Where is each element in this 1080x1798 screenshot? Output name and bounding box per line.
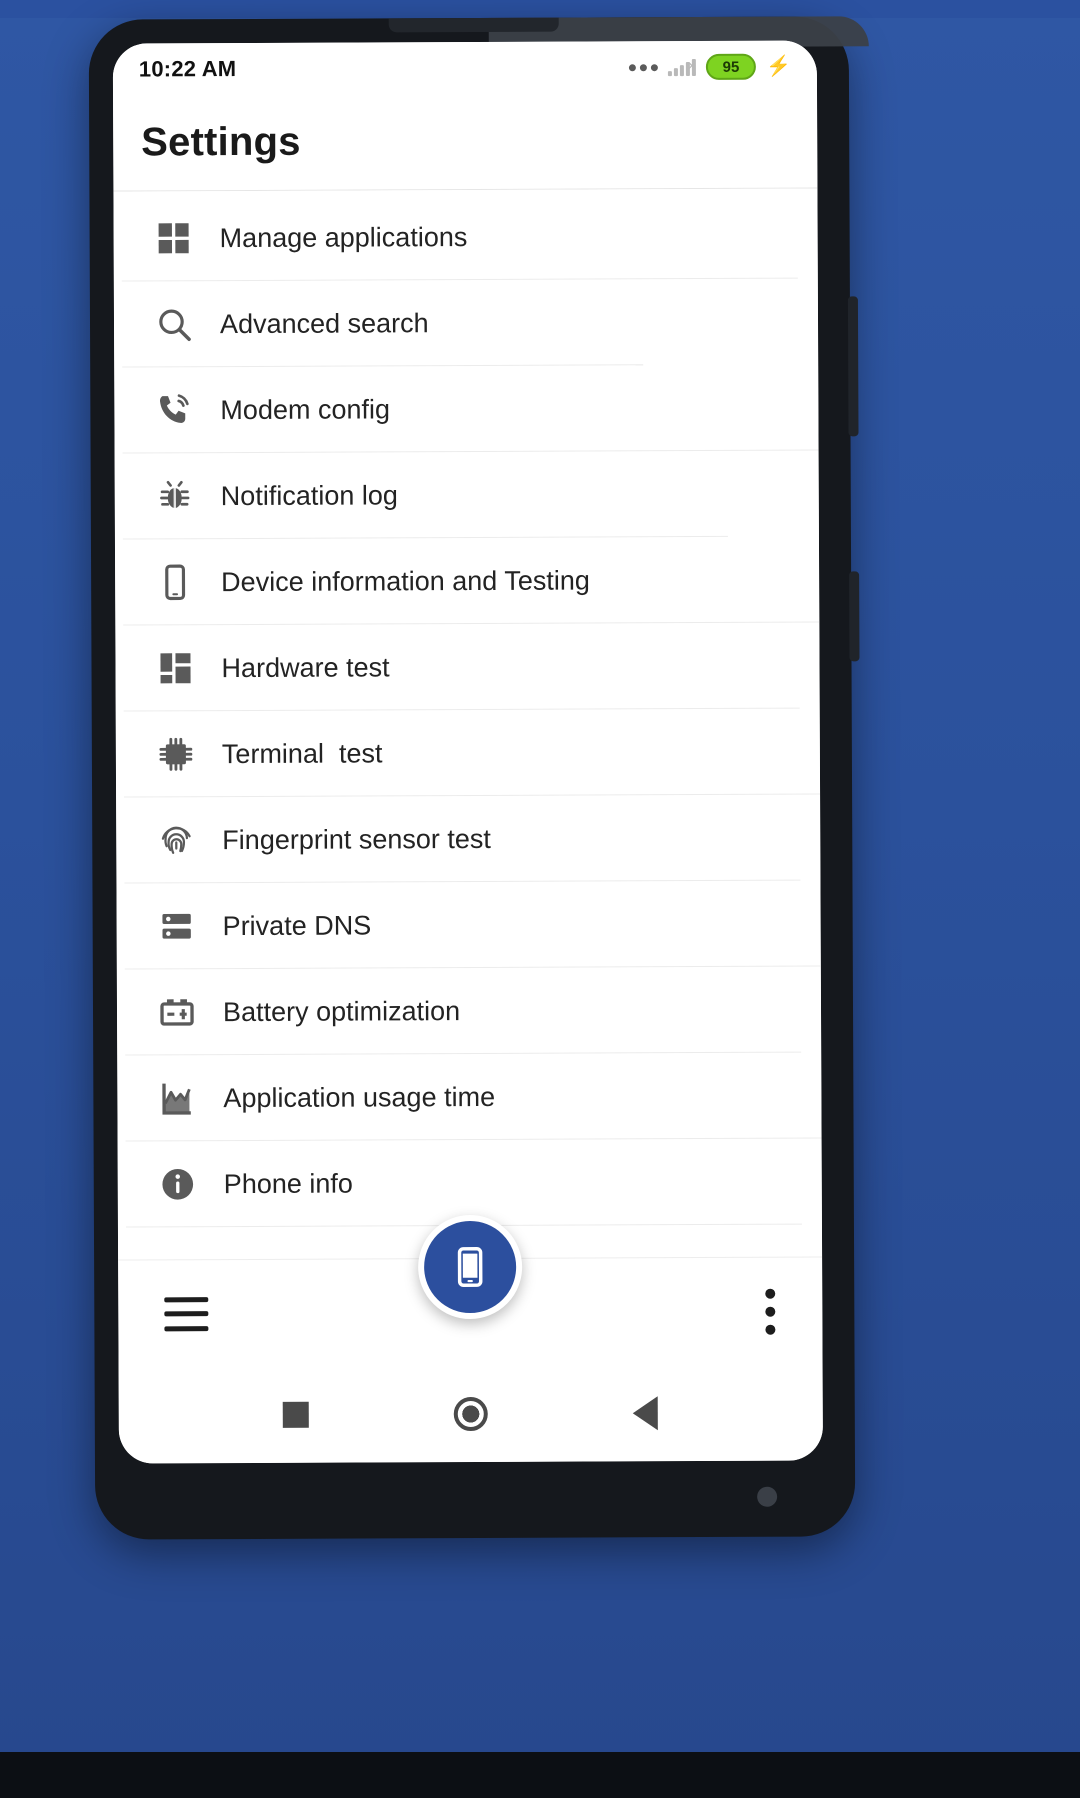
- dashboard-layout-icon: [160, 653, 191, 684]
- info-circle-icon: [162, 1168, 194, 1200]
- battery-percent-label: 95: [722, 58, 740, 76]
- settings-list-item[interactable]: Terminal test: [116, 708, 823, 798]
- signal-bars-no-service-icon: ✕: [668, 58, 697, 77]
- cpu-chip-icon: [159, 737, 193, 771]
- apps-grid-icon: [158, 223, 189, 254]
- lightning-bolt-icon: ⚡: [765, 55, 791, 78]
- kebab-menu-icon[interactable]: [764, 1288, 776, 1335]
- device-notch: [388, 17, 559, 33]
- status-bar-clock: 10:22 AM: [138, 56, 237, 82]
- device-volume-button[interactable]: [847, 296, 859, 437]
- battery-badge: 95: [705, 53, 757, 80]
- cpu-chip-icon: [154, 732, 198, 776]
- search-icon: [152, 302, 196, 346]
- triangle-back-icon[interactable]: [610, 1383, 680, 1443]
- settings-list-item-label: Fingerprint sensor test: [222, 823, 491, 855]
- app-bar: Settings: [113, 92, 818, 192]
- square-recents-icon[interactable]: [261, 1385, 331, 1445]
- settings-list-item[interactable]: Advanced search: [114, 278, 818, 368]
- settings-list: Manage applications Advanced search Modem …: [113, 188, 823, 1260]
- settings-list-item-label: Hardware test: [221, 651, 390, 683]
- device-camera-dot: [757, 1486, 778, 1507]
- settings-list-item[interactable]: Modem config: [114, 364, 823, 454]
- device-fab-button[interactable]: [417, 1214, 523, 1320]
- status-bar: 10:22 AM ✕ 95 ⚡: [112, 40, 818, 96]
- line-chart-icon: [155, 1076, 199, 1120]
- status-bar-icons: ✕ 95 ⚡: [628, 53, 791, 81]
- settings-list-item[interactable]: Hardware test: [115, 622, 819, 712]
- settings-list-item-label: Advanced search: [219, 307, 429, 339]
- server-rack-icon: [162, 913, 191, 939]
- bug-icon: [153, 474, 197, 518]
- bottom-app-bar: [118, 1214, 823, 1368]
- fingerprint-icon: [161, 826, 191, 854]
- settings-list-item-label: Terminal test: [221, 737, 383, 769]
- circle-home-icon[interactable]: [436, 1384, 506, 1444]
- bug-icon: [160, 480, 190, 508]
- settings-list-item-label: Notification log: [220, 479, 398, 511]
- settings-list-item-label: Manage applications: [219, 221, 468, 253]
- settings-list-item-label: Phone info: [223, 1168, 353, 1199]
- page-title: Settings: [141, 119, 301, 165]
- settings-list-item[interactable]: Battery optimization: [117, 966, 821, 1056]
- smartphone-icon: [457, 1247, 483, 1287]
- dashboard-layout-icon: [153, 646, 197, 690]
- settings-list-item-label: Private DNS: [222, 909, 372, 941]
- phone-device-frame: 10:22 AM ✕ 95 ⚡ Settings Manage applicat…: [88, 16, 869, 1540]
- info-circle-icon: [156, 1162, 200, 1206]
- search-icon: [159, 309, 191, 341]
- android-navigation-bar: [118, 1364, 823, 1464]
- smartphone-icon: [165, 564, 186, 601]
- settings-list-item-label: Battery optimization: [222, 995, 461, 1027]
- settings-list-item-label: Device information and Testing: [221, 564, 590, 597]
- server-rack-icon: [155, 904, 199, 948]
- settings-list-item[interactable]: Manage applications: [113, 192, 817, 282]
- line-chart-icon: [162, 1083, 191, 1115]
- settings-list-item[interactable]: Notification log: [115, 450, 819, 540]
- settings-list-item[interactable]: Device information and Testing: [115, 536, 823, 626]
- car-battery-icon: [160, 999, 194, 1026]
- phone-signal-icon: [152, 388, 196, 432]
- settings-list-item[interactable]: Fingerprint sensor test: [116, 794, 820, 884]
- device-power-button[interactable]: [849, 571, 860, 662]
- smartphone-icon: [153, 560, 197, 604]
- fingerprint-icon: [154, 818, 198, 862]
- settings-list-item[interactable]: Private DNS: [116, 880, 823, 970]
- hamburger-menu-icon[interactable]: [164, 1296, 209, 1331]
- settings-list-item-label: Application usage time: [223, 1081, 496, 1113]
- phone-screen: 10:22 AM ✕ 95 ⚡ Settings Manage applicat…: [112, 40, 823, 1464]
- apps-grid-icon: [152, 216, 196, 260]
- phone-signal-icon: [159, 394, 189, 423]
- settings-list-item-label: Modem config: [220, 393, 391, 425]
- settings-list-item[interactable]: Application usage time: [117, 1052, 823, 1142]
- more-dots-icon: [628, 63, 659, 71]
- car-battery-icon: [155, 990, 199, 1034]
